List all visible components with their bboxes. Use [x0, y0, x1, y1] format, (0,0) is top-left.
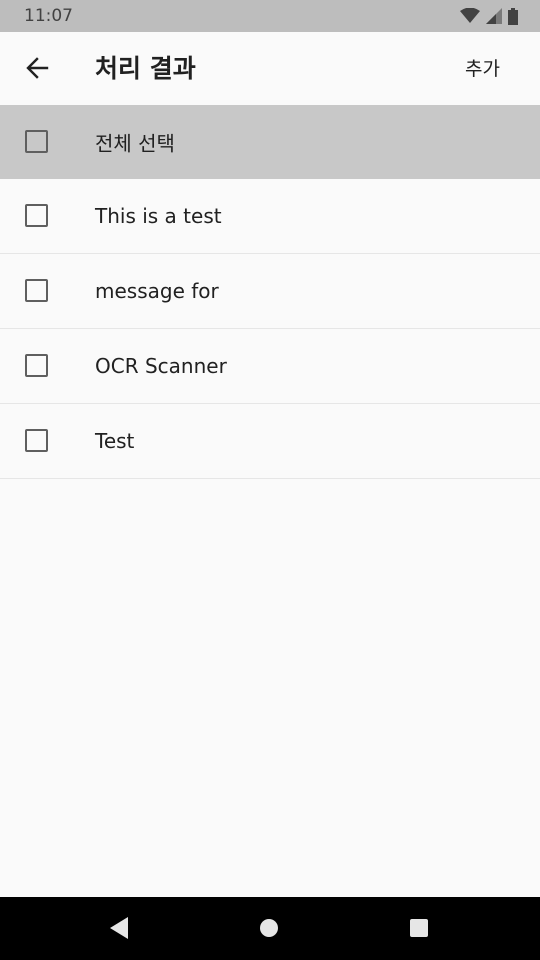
status-time: 11:07: [24, 6, 73, 26]
list-item[interactable]: OCR Scanner: [0, 329, 540, 404]
item-checkbox[interactable]: [25, 354, 48, 377]
wifi-icon: [460, 8, 480, 23]
select-all-label: 전체 선택: [95, 131, 175, 155]
select-all-checkbox[interactable]: [25, 129, 48, 153]
page-title: 처리 결과: [95, 54, 196, 83]
result-list: 전체 선택 This is a test message for OCR Sca…: [0, 105, 540, 479]
recents-square-icon[interactable]: [409, 918, 429, 938]
navigation-bar: [0, 897, 540, 960]
item-label: Test: [95, 429, 135, 453]
item-checkbox[interactable]: [25, 279, 48, 302]
item-label: This is a test: [95, 204, 222, 228]
add-button[interactable]: 추가: [465, 56, 500, 82]
back-button[interactable]: [14, 45, 60, 91]
back-triangle-icon[interactable]: [108, 915, 130, 941]
item-label: message for: [95, 279, 219, 303]
list-item[interactable]: Test: [0, 404, 540, 479]
arrow-left-icon: [26, 57, 49, 79]
cell-signal-icon: [486, 8, 502, 24]
list-item[interactable]: message for: [0, 254, 540, 329]
item-label: OCR Scanner: [95, 354, 227, 378]
home-circle-icon[interactable]: [259, 918, 279, 938]
item-checkbox[interactable]: [25, 204, 48, 227]
status-bar: 11:07: [0, 0, 540, 32]
battery-icon: [508, 7, 518, 25]
item-checkbox[interactable]: [25, 429, 48, 452]
list-item[interactable]: This is a test: [0, 179, 540, 254]
status-icons: [460, 7, 518, 25]
app-bar: 처리 결과 추가: [0, 32, 540, 106]
select-all-row[interactable]: 전체 선택: [0, 105, 540, 179]
